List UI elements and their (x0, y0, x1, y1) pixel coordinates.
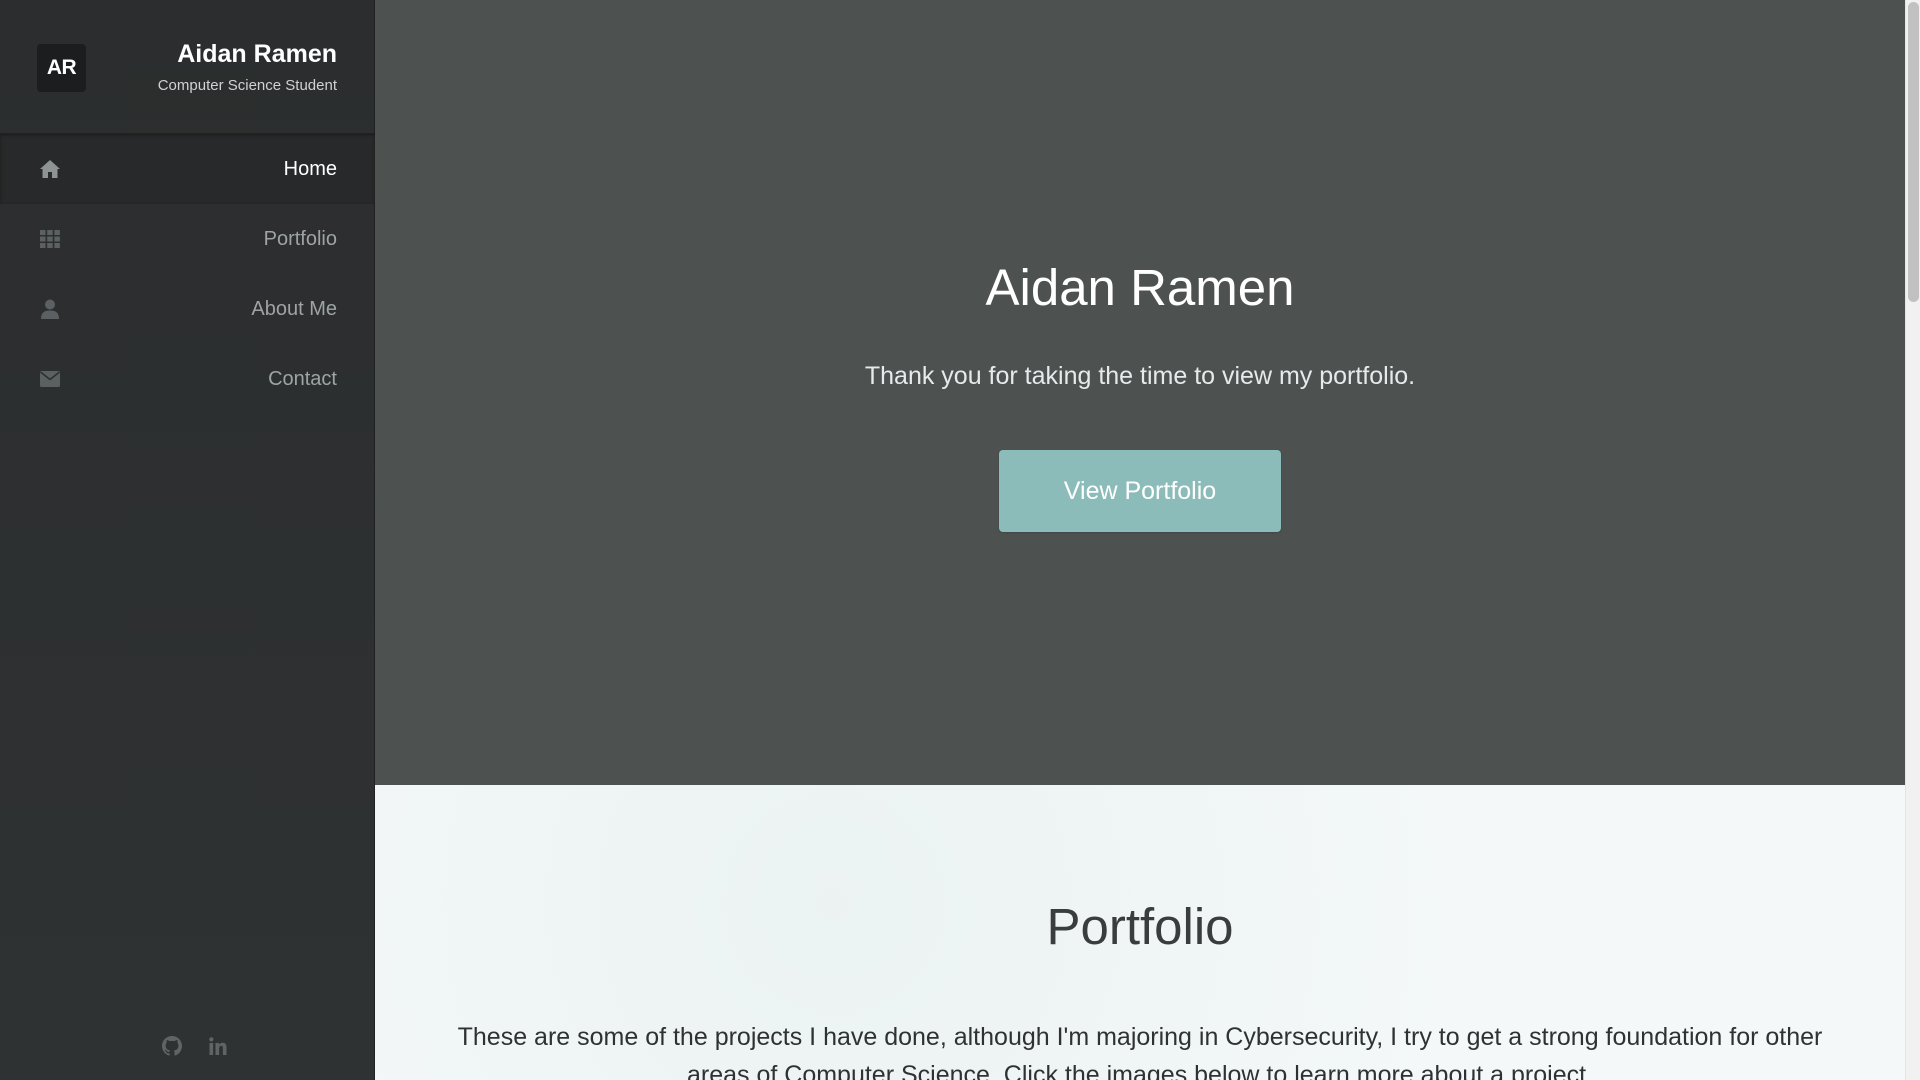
social-links (0, 1036, 375, 1056)
nav-item-home[interactable]: Home (0, 134, 375, 204)
profile-header: AR Aidan Ramen Computer Science Student (0, 0, 375, 134)
nav-item-label: About Me (251, 297, 337, 320)
portfolio-description: These are some of the projects I have do… (457, 1023, 1823, 1080)
main-content: Aidan Ramen Thank you for taking the tim… (375, 0, 1905, 1080)
nav-item-label: Home (283, 157, 337, 180)
sidebar-nav: Home Portfolio About Me Contact (0, 134, 375, 414)
nav-item-portfolio[interactable]: Portfolio (0, 204, 375, 274)
view-portfolio-button[interactable]: View Portfolio (999, 450, 1281, 532)
home-icon (39, 158, 61, 180)
logo-text: AR (46, 56, 77, 79)
envelope-icon (39, 368, 61, 390)
logo[interactable]: AR (37, 44, 86, 92)
portfolio-title: Portfolio (1046, 898, 1234, 955)
nav-item-about-me[interactable]: About Me (0, 274, 375, 344)
linkedin-icon[interactable] (208, 1036, 228, 1056)
nav-item-contact[interactable]: Contact (0, 344, 375, 414)
hero-subtitle: Thank you for taking the time to view my… (864, 362, 1416, 390)
scrollbar-thumb[interactable] (1908, 2, 1919, 302)
grid-icon (39, 228, 61, 250)
portfolio-section: Portfolio These are some of the projects… (375, 785, 1905, 1080)
hero-section: Aidan Ramen Thank you for taking the tim… (375, 0, 1905, 785)
github-icon[interactable] (161, 1036, 182, 1056)
nav-item-label: Portfolio (263, 227, 337, 250)
user-icon (39, 298, 61, 320)
profile-role: Computer Science Student (157, 77, 337, 94)
page-scrollbar[interactable] (1905, 0, 1920, 1080)
nav-item-label: Contact (268, 367, 337, 390)
profile-name: Aidan Ramen (177, 40, 337, 68)
hero-title: Aidan Ramen (985, 259, 1295, 316)
sidebar: AR Aidan Ramen Computer Science Student … (0, 0, 375, 1080)
